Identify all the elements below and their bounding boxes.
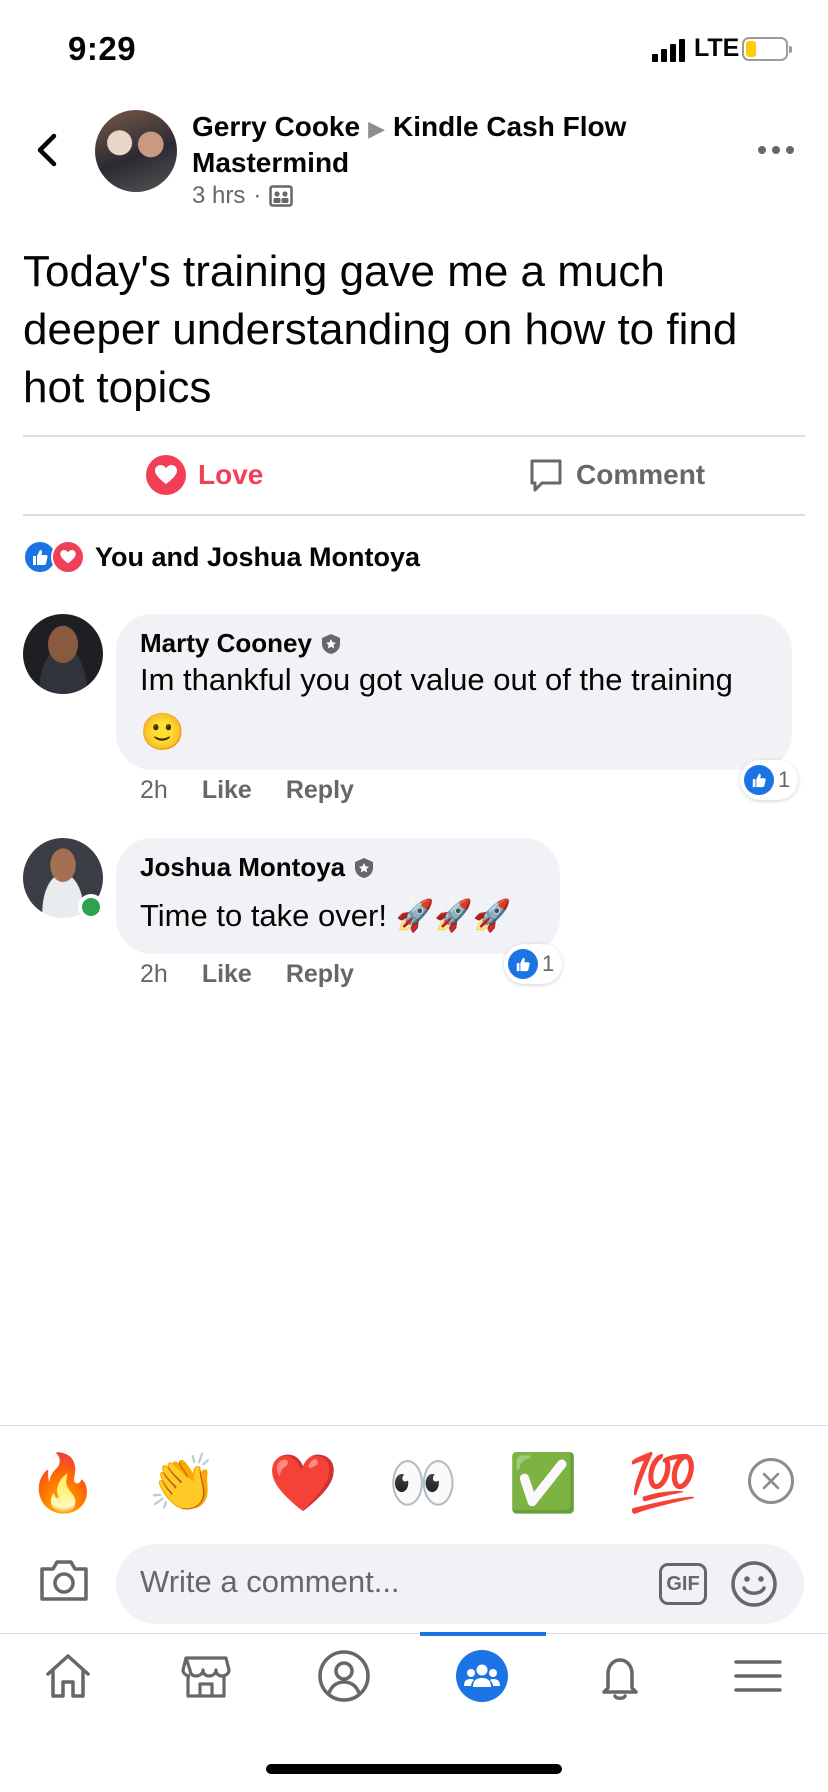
commenter-avatar[interactable] <box>23 614 103 694</box>
like-reaction-icon <box>508 949 538 979</box>
back-icon[interactable] <box>30 128 64 172</box>
menu-icon[interactable] <box>730 1648 786 1704</box>
screen: 9:29 LTE Gerry Cooke ▶ Kindle Cash Flow Ma… <box>0 0 828 1792</box>
heart-icon <box>146 455 186 495</box>
emoji-picker-icon[interactable] <box>730 1560 778 1608</box>
meta-separator: · <box>253 182 262 209</box>
emoji-bar-divider <box>0 1425 828 1426</box>
signal-icon <box>652 38 686 62</box>
author-name[interactable]: Gerry Cooke <box>192 111 360 142</box>
network-label: LTE <box>694 34 740 62</box>
home-icon[interactable] <box>40 1648 96 1704</box>
gif-button[interactable]: GIF <box>659 1563 707 1605</box>
comment-reaction-count[interactable]: 1 <box>740 760 799 800</box>
comment-meta: 2h Like Reply <box>140 776 354 805</box>
comment-button[interactable]: Comment <box>528 445 705 505</box>
eyes-emoji-button[interactable]: 👀 <box>386 1446 460 1520</box>
reaction-count: 1 <box>542 951 555 976</box>
comment-text: Im thankful you got value out of the tra… <box>140 662 733 697</box>
divider <box>23 514 805 516</box>
camera-icon[interactable] <box>38 1557 90 1603</box>
online-status-indicator <box>78 894 104 920</box>
admin-badge-icon <box>355 857 374 878</box>
more-options-icon[interactable] <box>758 140 798 160</box>
post-meta: 3 hrs · <box>192 182 294 210</box>
post-time: 3 hrs <box>192 182 246 209</box>
divider <box>23 435 805 437</box>
clap-emoji-button[interactable]: 👏 <box>146 1446 220 1520</box>
group-audience-icon <box>269 185 294 207</box>
comment-icon <box>530 459 562 492</box>
active-tab-indicator <box>420 1632 546 1636</box>
comment-emoji: 🙂 <box>140 711 185 752</box>
comment-reply-button[interactable]: Reply <box>286 776 354 805</box>
commenter-name-text: Joshua Montoya <box>140 852 346 882</box>
heart-emoji-button[interactable]: ❤️ <box>266 1446 340 1520</box>
reactions-summary-text: You and Joshua Montoya <box>95 541 421 572</box>
notifications-icon[interactable] <box>592 1648 648 1704</box>
post-header-title: Gerry Cooke ▶ Kindle Cash Flow Mastermind <box>192 110 672 180</box>
love-reaction-icon <box>51 540 85 574</box>
love-button[interactable]: Love <box>146 445 263 505</box>
commenter-name[interactable]: Joshua Montoya <box>140 852 375 883</box>
comment-time: 2h <box>140 776 168 804</box>
home-indicator <box>266 1764 562 1774</box>
reaction-count: 1 <box>778 767 791 792</box>
post-text: Today's training gave me a much deeper u… <box>23 247 738 412</box>
marketplace-icon[interactable] <box>178 1648 234 1704</box>
comment-text: Time to take over! 🚀🚀🚀 <box>140 898 512 933</box>
comment-meta: 2h Like Reply <box>140 960 354 989</box>
author-avatar[interactable] <box>95 110 177 192</box>
arrow-right-icon: ▶ <box>368 116 385 141</box>
status-time: 9:29 <box>68 30 137 67</box>
groups-icon[interactable] <box>454 1648 510 1704</box>
fire-emoji-button[interactable]: 🔥 <box>26 1446 100 1520</box>
commenter-name-text: Marty Cooney <box>140 628 312 658</box>
comment-like-button[interactable]: Like <box>202 776 252 805</box>
hundred-emoji-button[interactable]: 💯 <box>626 1446 700 1520</box>
reactions-summary[interactable]: You and Joshua Montoya <box>23 540 420 574</box>
comment-reply-button[interactable]: Reply <box>286 960 354 989</box>
comment-time: 2h <box>140 960 168 988</box>
tab-bar-divider <box>0 1633 828 1634</box>
admin-badge-icon <box>321 633 340 654</box>
comment-label: Comment <box>576 459 706 490</box>
comment-reaction-count[interactable]: 1 <box>504 944 563 984</box>
comment-like-button[interactable]: Like <box>202 960 252 989</box>
comment-input-placeholder: Write a comment... <box>140 1564 400 1599</box>
close-icon[interactable] <box>748 1458 794 1504</box>
love-label: Love <box>198 459 264 490</box>
commenter-name[interactable]: Marty Cooney <box>140 628 342 659</box>
profile-icon[interactable] <box>316 1648 372 1704</box>
battery-icon <box>742 37 792 61</box>
like-reaction-icon <box>744 765 774 795</box>
check-emoji-button[interactable]: ✅ <box>506 1446 580 1520</box>
